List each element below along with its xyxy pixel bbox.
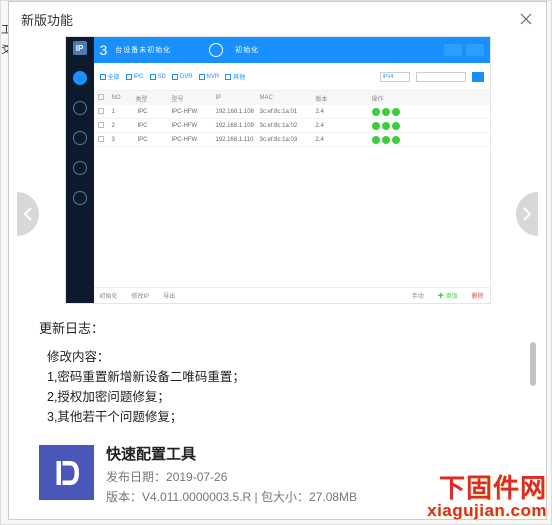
close-button[interactable] (518, 11, 534, 27)
preview-search (416, 72, 466, 82)
changelog-item: 2,授权加密问题修复； (47, 387, 516, 407)
preview-main: 3 台设备未初始化 初始化 全部 IPC SD DVR NVR 其他 (94, 37, 490, 303)
search-icon (472, 72, 484, 82)
app-footer: 快速配置工具 发布日期：2019-07-26 版本：V4.011.0000003… (39, 445, 528, 507)
preview-logo-icon: IP (73, 41, 87, 55)
app-name: 快速配置工具 (106, 445, 357, 465)
table-row: 3 IPC IPC-HFW 192.168.1.110 3c:ef:8c:1a:… (94, 133, 490, 147)
changelog-item: 3,其他若干个问题修复； (47, 407, 516, 427)
preview-min-icon (444, 44, 462, 56)
preview-footer: 初始化 修改IP 导出 手动 ✚ 添加 删除 (94, 287, 490, 303)
preview-side-icon (73, 161, 87, 175)
dialog-title: 新版功能 (21, 10, 73, 29)
preview-filters: 全部 IPC SD DVR NVR 其他 IPV4 (94, 63, 490, 91)
chevron-left-icon (23, 207, 33, 221)
preview-dropdown: IPV4 (380, 72, 410, 82)
scrollbar-thumb[interactable] (530, 342, 536, 386)
app-icon (39, 445, 94, 500)
edge-char: 爻 (1, 41, 8, 57)
preview-top-link: 初始化 (235, 45, 259, 55)
preview-filter: SD (150, 74, 166, 80)
preview-filter: IPC (126, 74, 144, 80)
preview-side-icon (73, 191, 87, 205)
close-icon (520, 13, 532, 25)
preview-sidebar: IP (66, 37, 94, 303)
edge-char: 工 (1, 21, 8, 37)
dialog-content: IP 3 台设备未初始化 初始化 (9, 36, 546, 519)
app-logo-icon (52, 458, 82, 488)
changelog: 更新日志： 修改内容： 1,密码重置新增新设备二唯码重置； 2,授权加密问题修复… (39, 318, 516, 427)
preview-topbar: 3 台设备未初始化 初始化 (94, 37, 490, 63)
table-row: 2 IPC IPC-HFW 192.168.1.109 3c:ef:8c:1a:… (94, 119, 490, 133)
preview-side-icon (73, 71, 87, 85)
version-line: 版本：V4.011.0000003.5.R | 包大小：27.08MB (106, 487, 357, 507)
changelog-subtitle: 修改内容： (47, 347, 516, 367)
preview-thead: NO 类型 型号 IP MAC 版本 操作 (94, 91, 490, 105)
preview-filter: DVR (172, 74, 193, 80)
preview-side-icon (73, 131, 87, 145)
dialog: 新版功能 IP 3 台设备未初始化 初始化 (8, 1, 547, 520)
table-row: 1 IPC IPC-HFW 192.168.1.108 3c:ef:8c:1a:… (94, 105, 490, 119)
preview-count: 3 (100, 42, 108, 58)
preview-top-text: 台设备未初始化 (115, 45, 171, 55)
release-date: 发布日期：2019-07-26 (106, 467, 357, 487)
chevron-right-icon (522, 207, 532, 221)
changelog-item: 1,密码重置新增新设备二唯码重置； (47, 367, 516, 387)
preview-filter: 其他 (225, 72, 245, 81)
preview-filter: 全部 (100, 72, 120, 81)
preview-win-icon (466, 44, 484, 56)
preview-screenshot: IP 3 台设备未初始化 初始化 (65, 36, 491, 304)
changelog-body: 修改内容： 1,密码重置新增新设备二唯码重置； 2,授权加密问题修复； 3,其他… (39, 347, 516, 427)
preview-side-icon (73, 101, 87, 115)
app-info: 快速配置工具 发布日期：2019-07-26 版本：V4.011.0000003… (106, 445, 357, 507)
dialog-header: 新版功能 (9, 2, 546, 36)
preview-table: NO 类型 型号 IP MAC 版本 操作 1 IPC IPC-HFW 192.… (94, 91, 490, 287)
refresh-icon (209, 43, 223, 57)
preview-filter: NVR (199, 74, 220, 80)
changelog-title: 更新日志： (39, 318, 516, 337)
